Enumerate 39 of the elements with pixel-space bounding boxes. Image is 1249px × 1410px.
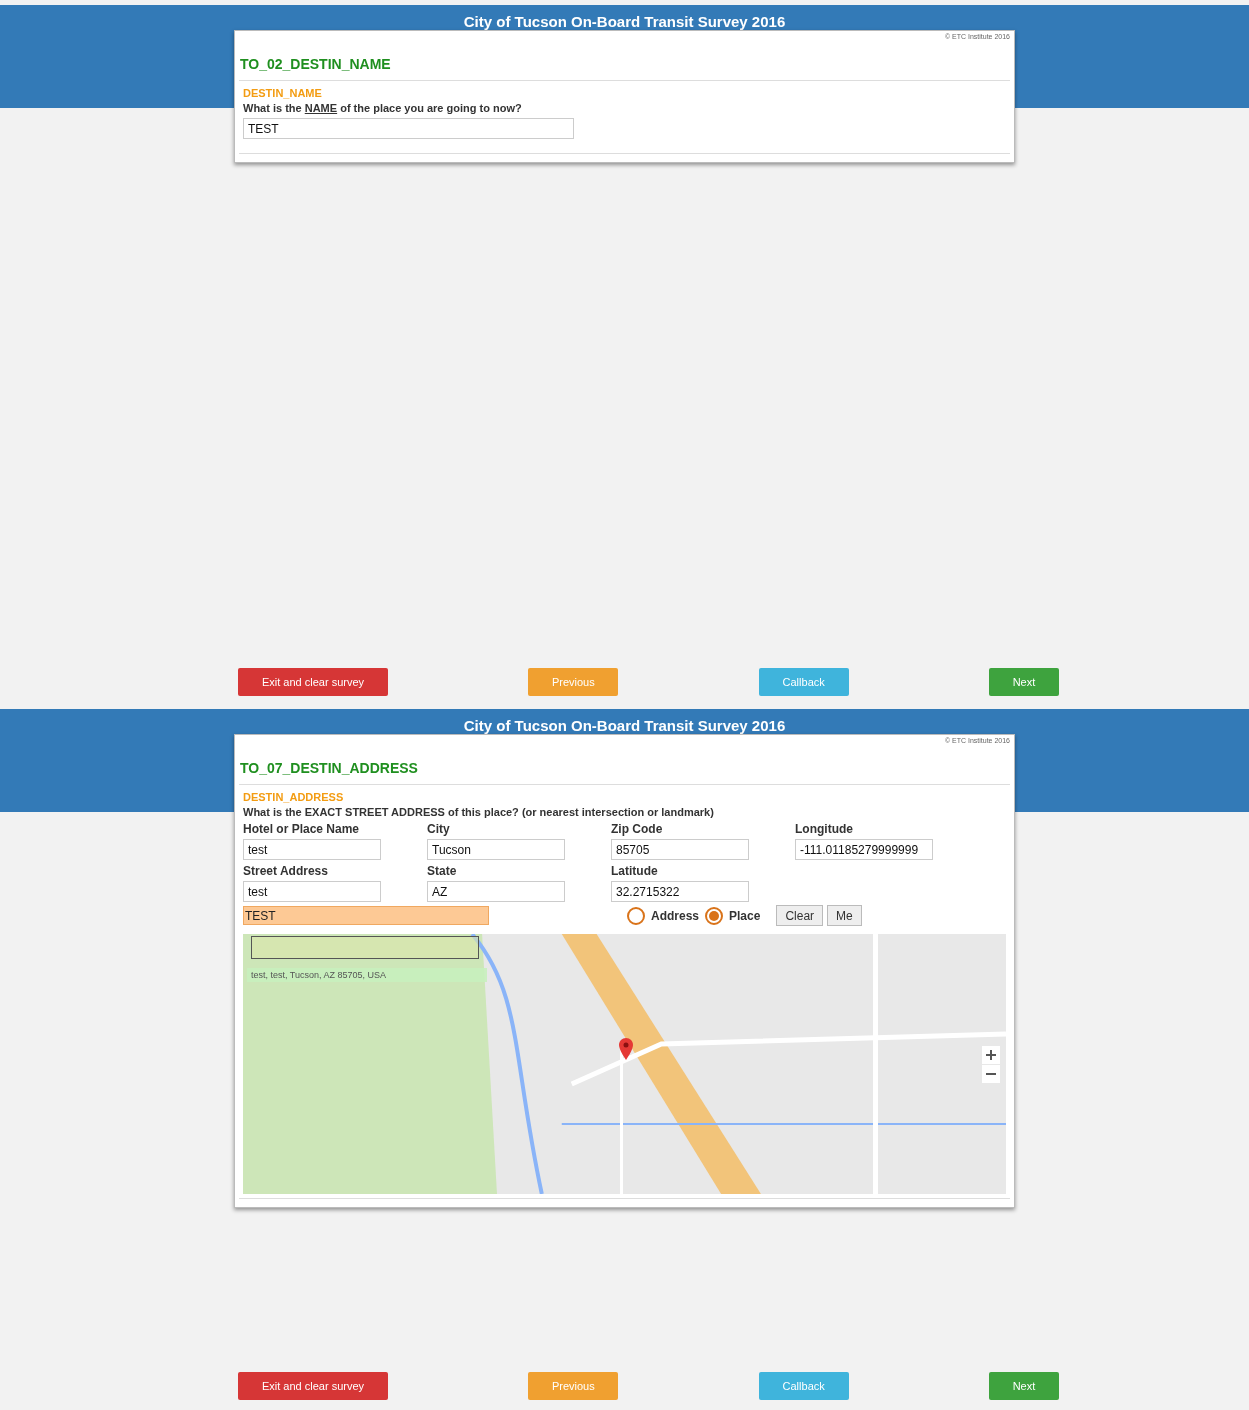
map-pin-icon [619,1038,633,1060]
text-field[interactable]: test [243,839,381,860]
map-placeholder[interactable]: test, test, Tucson, AZ 85705, USA [243,934,1006,1194]
nav-button[interactable]: Exit and clear survey [238,668,388,696]
field-label: Zip Code [611,822,664,836]
map-address-label: test, test, Tucson, AZ 85705, USA [247,968,487,982]
text-field[interactable]: 85705 [611,839,749,860]
map-search-box[interactable] [251,936,479,959]
survey-title: City of Tucson On-Board Transit Survey 2016 [463,717,786,734]
field-label: Longitude [795,822,854,836]
variable-name: DESTIN_ADDRESS [243,791,345,803]
zoom-out-button[interactable] [982,1065,1000,1083]
text-field[interactable]: Tucson [427,839,565,860]
nav-button[interactable]: Exit and clear survey [238,1372,388,1400]
text-field[interactable]: 32.2715322 [611,881,749,902]
plus-icon [986,1050,996,1060]
text-field[interactable]: test [243,881,381,902]
text-field[interactable]: AZ [427,881,565,902]
zoom-in-button[interactable] [982,1046,1000,1064]
question-text: What is the EXACT STREET ADDRESS of this place? (or nearest intersection or landmark) [243,806,715,818]
question-id: TO_07_DESTIN_ADDRESS [239,744,1010,785]
map-button[interactable]: Me [827,905,862,926]
survey-title: City of Tucson On-Board Transit Survey 2016 [463,13,786,30]
map-button[interactable]: Clear [776,905,824,926]
field-label: Latitude [611,864,659,878]
question-id: TO_02_DESTIN_NAME [239,40,1010,81]
search-result-field[interactable]: TEST [243,906,489,925]
radio-label: Place [729,908,761,923]
question-text: What is the NAME of the place you are going to now? [243,102,523,114]
radio-button[interactable] [705,906,724,925]
field-label: Hotel or Place Name [243,822,361,836]
field-label: City [427,822,451,836]
answer-field[interactable]: TEST [243,118,574,139]
variable-name: DESTIN_NAME [243,87,323,99]
radio-label: Address [651,908,700,923]
radio-button[interactable] [627,906,645,925]
field-label: State [427,864,458,878]
text-field[interactable]: -111.01185279999999 [795,839,933,860]
field-label: Street Address [243,864,329,878]
